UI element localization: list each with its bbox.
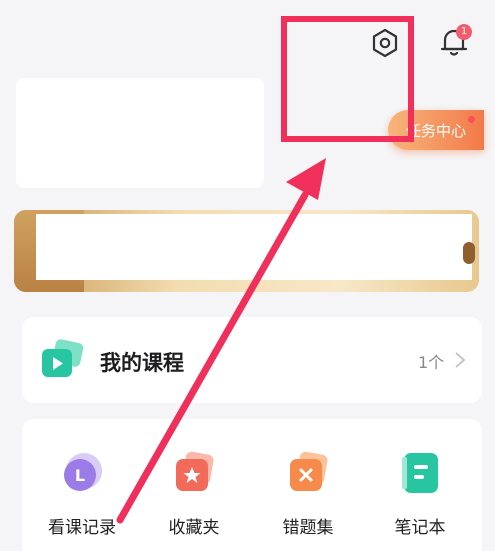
my-courses-card[interactable]: 我的课程 1个 (22, 317, 482, 403)
task-center-dot (468, 116, 475, 123)
chevron-right-icon (455, 352, 466, 368)
banner-right-decoration (463, 242, 475, 264)
banner-content-area (36, 214, 472, 280)
notifications-button[interactable]: 1 (436, 24, 472, 60)
my-courses-count: 1个 (418, 353, 445, 372)
my-courses-title: 我的课程 (100, 351, 184, 375)
notebook-icon (402, 453, 438, 493)
highlight-annotation-box (281, 16, 414, 142)
history-icon: L (64, 453, 102, 491)
task-center-label: 任务中心 (405, 121, 466, 140)
shortcut-history[interactable]: L 看课记录 (32, 449, 132, 538)
svg-text:L: L (75, 466, 85, 485)
profile-card[interactable] (16, 78, 264, 188)
shortcut-label: 笔记本 (394, 518, 446, 538)
shortcut-label: 收藏夹 (168, 518, 220, 538)
shortcut-label: 看课记录 (48, 518, 116, 538)
shortcut-label: 错题集 (282, 518, 334, 538)
shortcut-wrong-answers[interactable]: 错题集 (258, 449, 358, 538)
star-icon (176, 451, 214, 491)
shortcuts-card: L 看课记录 收藏夹 错题集 笔记本 (22, 419, 482, 551)
vip-banner[interactable] (14, 210, 479, 292)
shortcut-notebook[interactable]: 笔记本 (370, 449, 470, 538)
wrong-answers-icon (290, 451, 328, 491)
play-card-icon (42, 339, 84, 377)
notification-badge: 1 (456, 24, 472, 40)
shortcut-favorites[interactable]: 收藏夹 (144, 449, 244, 538)
